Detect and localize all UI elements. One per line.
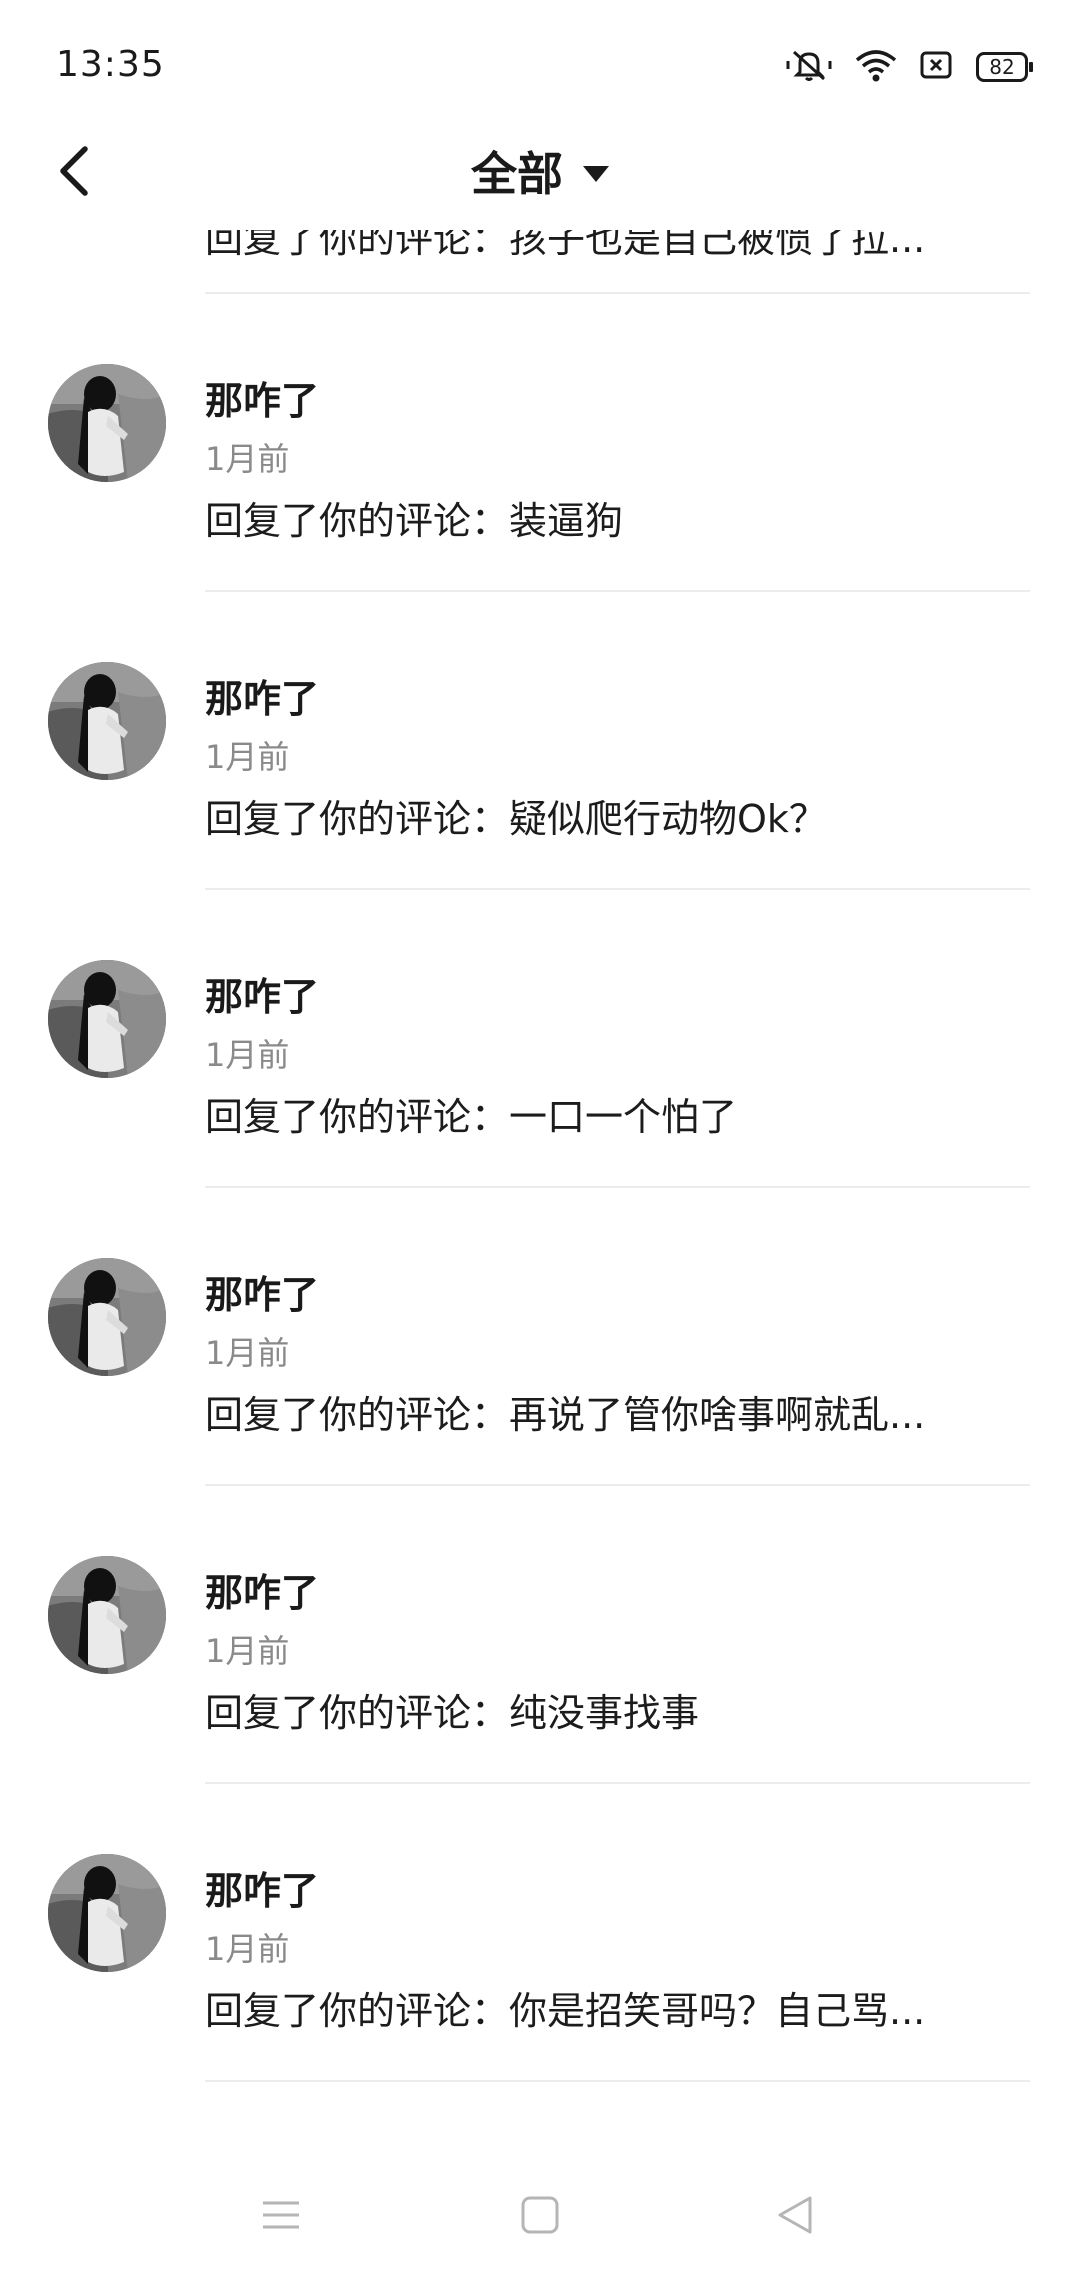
timestamp: 1月前 (205, 1632, 290, 1670)
comment-text: 回复了你的评论：疑似爬行动物Ok？ (205, 797, 827, 841)
user-name[interactable]: 那咋了 (205, 370, 319, 425)
list-item[interactable]: 那咋了 1月前 回复了你的评论：装逼狗 (0, 294, 1080, 592)
status-time: 13:35 (56, 44, 165, 85)
mute-icon (786, 48, 832, 86)
menu-button[interactable] (246, 2180, 316, 2250)
comment-text: 回复了你的评论：你是招笑哥吗？自己骂... (205, 1989, 926, 2033)
sim-icon (920, 50, 954, 84)
home-button[interactable] (505, 2180, 575, 2250)
user-name[interactable]: 那咋了 (205, 1562, 319, 1617)
list-item[interactable]: 那咋了 1月前 回复了你的评论：你是招笑哥吗？自己骂... (0, 1784, 1080, 2082)
comment-text: 回复了你的评论：纯没事找事 (205, 1691, 700, 1735)
avatar[interactable] (48, 662, 166, 780)
comment-text: 回复了你的评论：孩子也是自己被惯了拉... (205, 230, 926, 261)
user-name[interactable]: 那咋了 (205, 668, 319, 723)
user-name[interactable]: 那咋了 (205, 1264, 319, 1319)
avatar[interactable] (48, 1854, 166, 1972)
list-item[interactable]: 那咋了 1月前 回复了你的评论：一口一个怕了 (0, 890, 1080, 1188)
avatar[interactable] (48, 1556, 166, 1674)
caret-down-icon (583, 166, 609, 182)
battery-icon: 82 (976, 52, 1033, 82)
comment-text: 回复了你的评论：再说了管你啥事啊就乱... (205, 1393, 926, 1437)
menu-icon (263, 2201, 299, 2229)
timestamp: 1月前 (205, 1036, 290, 1074)
notification-list: 回复了你的评论：孩子也是自己被惯了拉... 那咋了 1月前 回复了你的评论：装逼… (0, 230, 1080, 2082)
timestamp: 1月前 (205, 1334, 290, 1372)
timestamp: 1月前 (205, 440, 290, 478)
avatar[interactable] (48, 960, 166, 1078)
system-back-button[interactable] (760, 2180, 830, 2250)
timestamp: 1月前 (205, 1930, 290, 1968)
avatar[interactable] (48, 364, 166, 482)
status-bar: 13:35 82 (0, 0, 1080, 130)
list-item[interactable]: 那咋了 1月前 回复了你的评论：再说了管你啥事啊就乱... (0, 1188, 1080, 1486)
page-title: 全部 (471, 147, 563, 201)
user-name[interactable]: 那咋了 (205, 1860, 319, 1915)
user-name[interactable]: 那咋了 (205, 966, 319, 1021)
timestamp: 1月前 (205, 738, 290, 776)
list-item[interactable]: 那咋了 1月前 回复了你的评论：疑似爬行动物Ok？ (0, 592, 1080, 890)
triangle-back-icon (778, 2196, 812, 2234)
list-item[interactable]: 那咋了 1月前 回复了你的评论：纯没事找事 (0, 1486, 1080, 1784)
system-nav-bar (0, 2150, 1080, 2280)
divider (205, 2080, 1030, 2082)
avatar[interactable] (48, 1258, 166, 1376)
comment-text: 回复了你的评论：装逼狗 (205, 499, 624, 543)
square-home-icon (521, 2196, 559, 2234)
header: 全部 (0, 130, 1080, 230)
comment-text: 回复了你的评论：一口一个怕了 (205, 1095, 738, 1139)
filter-dropdown[interactable]: 全部 (0, 138, 1080, 204)
wifi-icon (854, 48, 898, 86)
list-item-clipped[interactable]: 回复了你的评论：孩子也是自己被惯了拉... (205, 230, 1030, 294)
status-icons: 82 (786, 48, 1033, 86)
